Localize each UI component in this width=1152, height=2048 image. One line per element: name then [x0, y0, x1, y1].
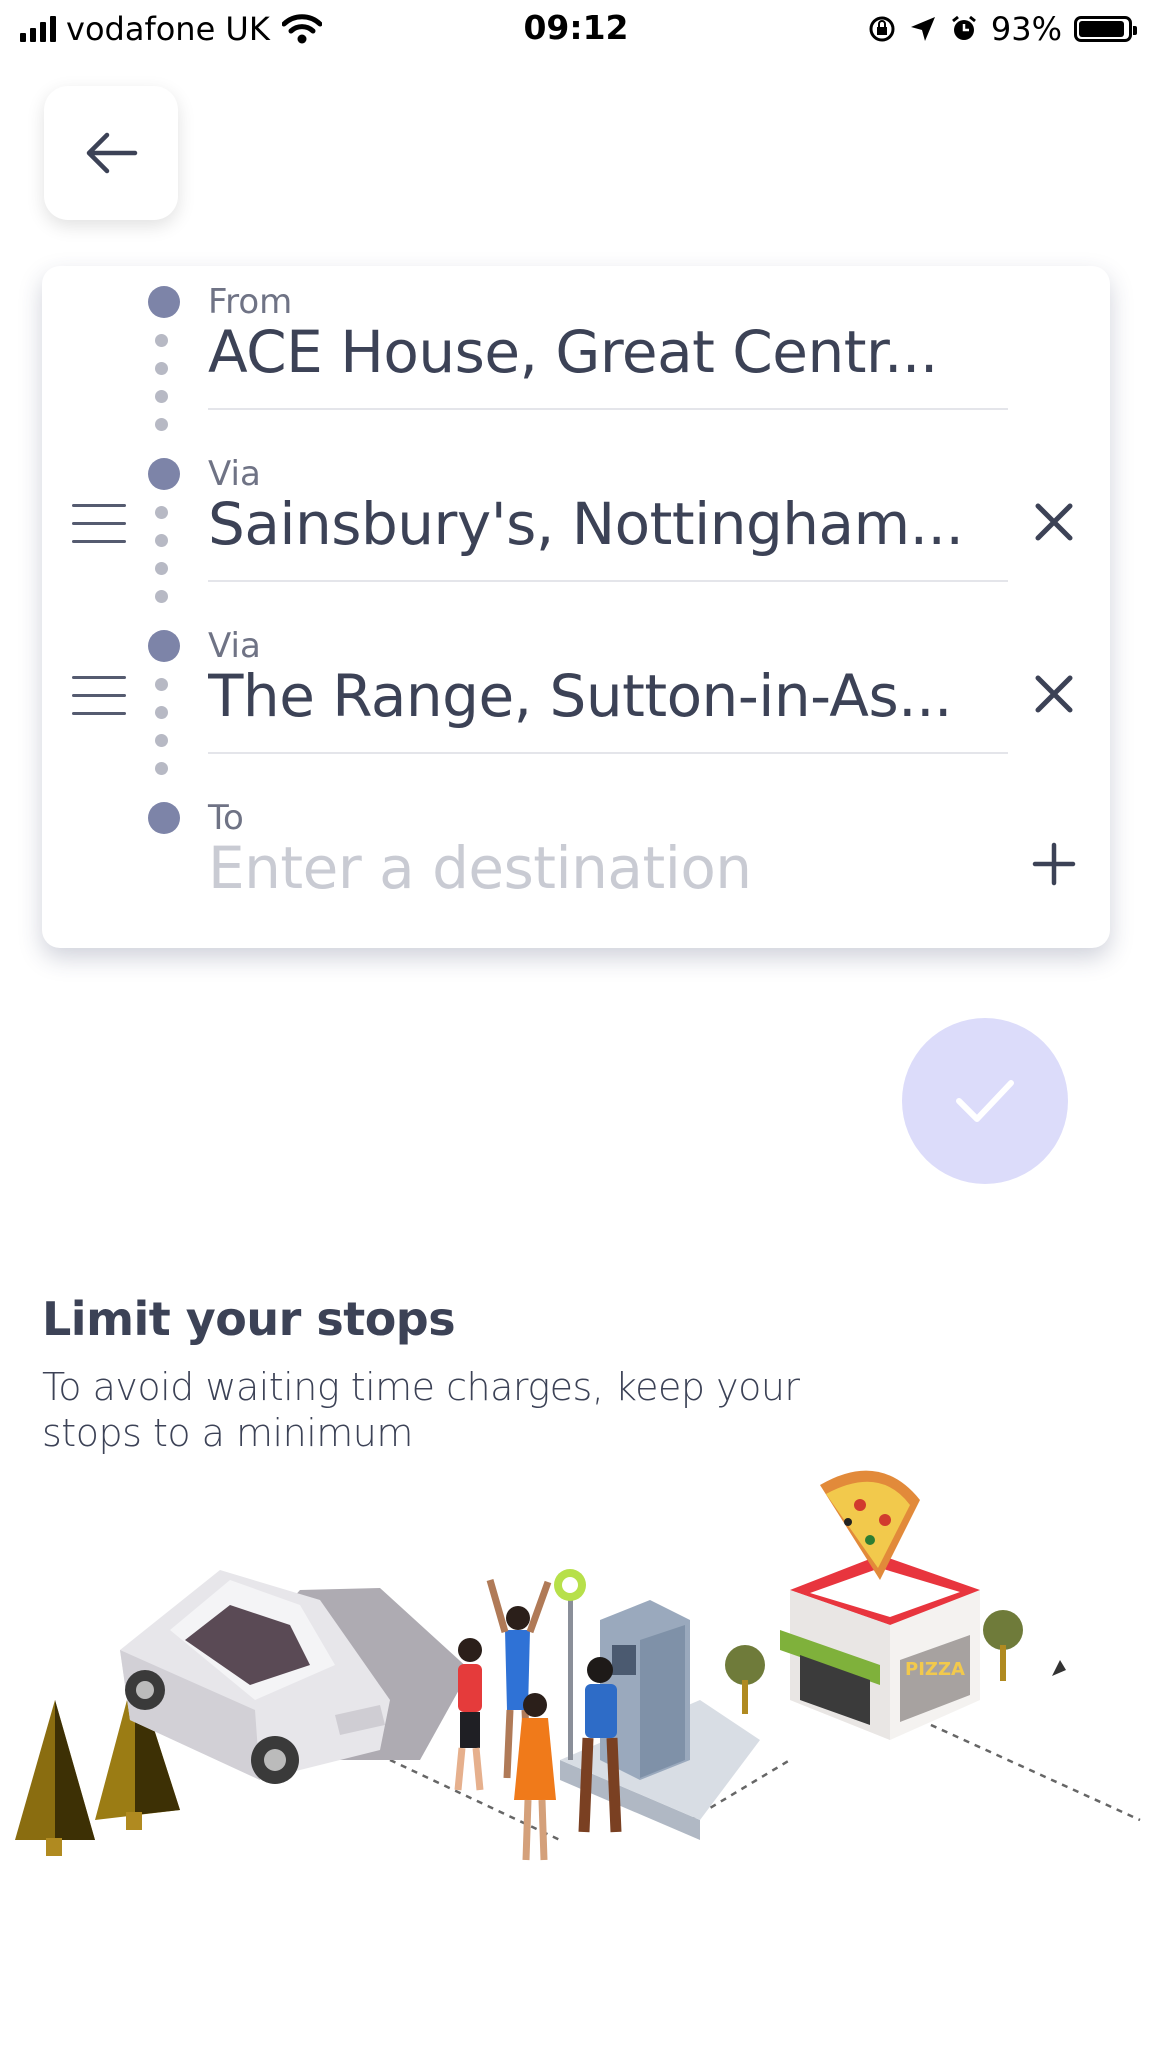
back-button[interactable]	[44, 86, 178, 220]
battery-percent: 93%	[990, 10, 1062, 48]
battery-fill	[1079, 21, 1124, 37]
from-underline	[208, 408, 1008, 410]
status-bar: vodafone UK 09:12 93%	[0, 0, 1152, 60]
route-dot	[155, 334, 168, 347]
route-dot	[155, 390, 168, 403]
remove-via-1-button[interactable]	[1024, 492, 1084, 552]
to-label: To	[208, 798, 244, 838]
arrow-left-icon	[86, 132, 138, 174]
close-icon	[1035, 503, 1073, 541]
battery-icon	[1074, 16, 1137, 42]
pizza-sign-text: PIZZA	[905, 1659, 965, 1680]
via-1-dot	[148, 458, 180, 490]
route-dot	[155, 678, 168, 691]
via-2-label: Via	[208, 626, 261, 666]
route-dot	[155, 362, 168, 375]
via-2-dot	[148, 630, 180, 662]
from-field[interactable]: ACE House, Great Centr...	[208, 318, 1008, 386]
via-2-underline	[208, 752, 1008, 754]
tree-icon	[725, 1645, 765, 1714]
route-dot	[155, 418, 168, 431]
from-label: From	[208, 282, 293, 322]
route-dot	[155, 762, 168, 775]
remove-via-2-button[interactable]	[1024, 664, 1084, 724]
status-right: 93%	[867, 10, 1137, 48]
drag-handle-via-1[interactable]	[72, 504, 126, 544]
via-1-field[interactable]: Sainsbury's, Nottingham...	[208, 490, 1008, 558]
close-icon	[1035, 675, 1073, 713]
pizza-shop-icon: PIZZA	[780, 1555, 980, 1740]
route-dot	[155, 706, 168, 719]
pizza-slice-icon	[820, 1470, 920, 1580]
route-card: From ACE House, Great Centr... Via Sains…	[42, 266, 1110, 948]
route-dot	[155, 734, 168, 747]
plus-icon	[1032, 842, 1076, 886]
route-dot	[155, 506, 168, 519]
route-dot	[155, 562, 168, 575]
checkmark-icon	[956, 1080, 1014, 1122]
route-dot	[155, 534, 168, 547]
add-stop-button[interactable]	[1024, 834, 1084, 894]
people-icon	[454, 1579, 622, 1861]
location-arrow-icon	[910, 17, 935, 41]
from-dot	[148, 286, 180, 318]
stops-illustration: PIZZA	[15, 1470, 1141, 1861]
route-dot	[155, 590, 168, 603]
tree-icon	[15, 1700, 95, 1856]
drag-handle-via-2[interactable]	[72, 676, 126, 716]
tip-body: To avoid waiting time charges, keep your…	[42, 1365, 800, 1455]
to-dot	[148, 802, 180, 834]
confirm-route-button[interactable]	[902, 1018, 1068, 1184]
via-2-field[interactable]: The Range, Sutton-in-As...	[208, 662, 1008, 730]
destination-input[interactable]: Enter a destination	[208, 834, 1008, 902]
via-1-underline	[208, 580, 1008, 582]
tip-title: Limit your stops	[42, 1292, 456, 1346]
tree-icon	[983, 1610, 1023, 1681]
via-1-label: Via	[208, 454, 261, 494]
orientation-lock-icon	[869, 16, 895, 42]
sign-post-icon	[554, 1569, 586, 1760]
alarm-icon	[951, 15, 976, 40]
